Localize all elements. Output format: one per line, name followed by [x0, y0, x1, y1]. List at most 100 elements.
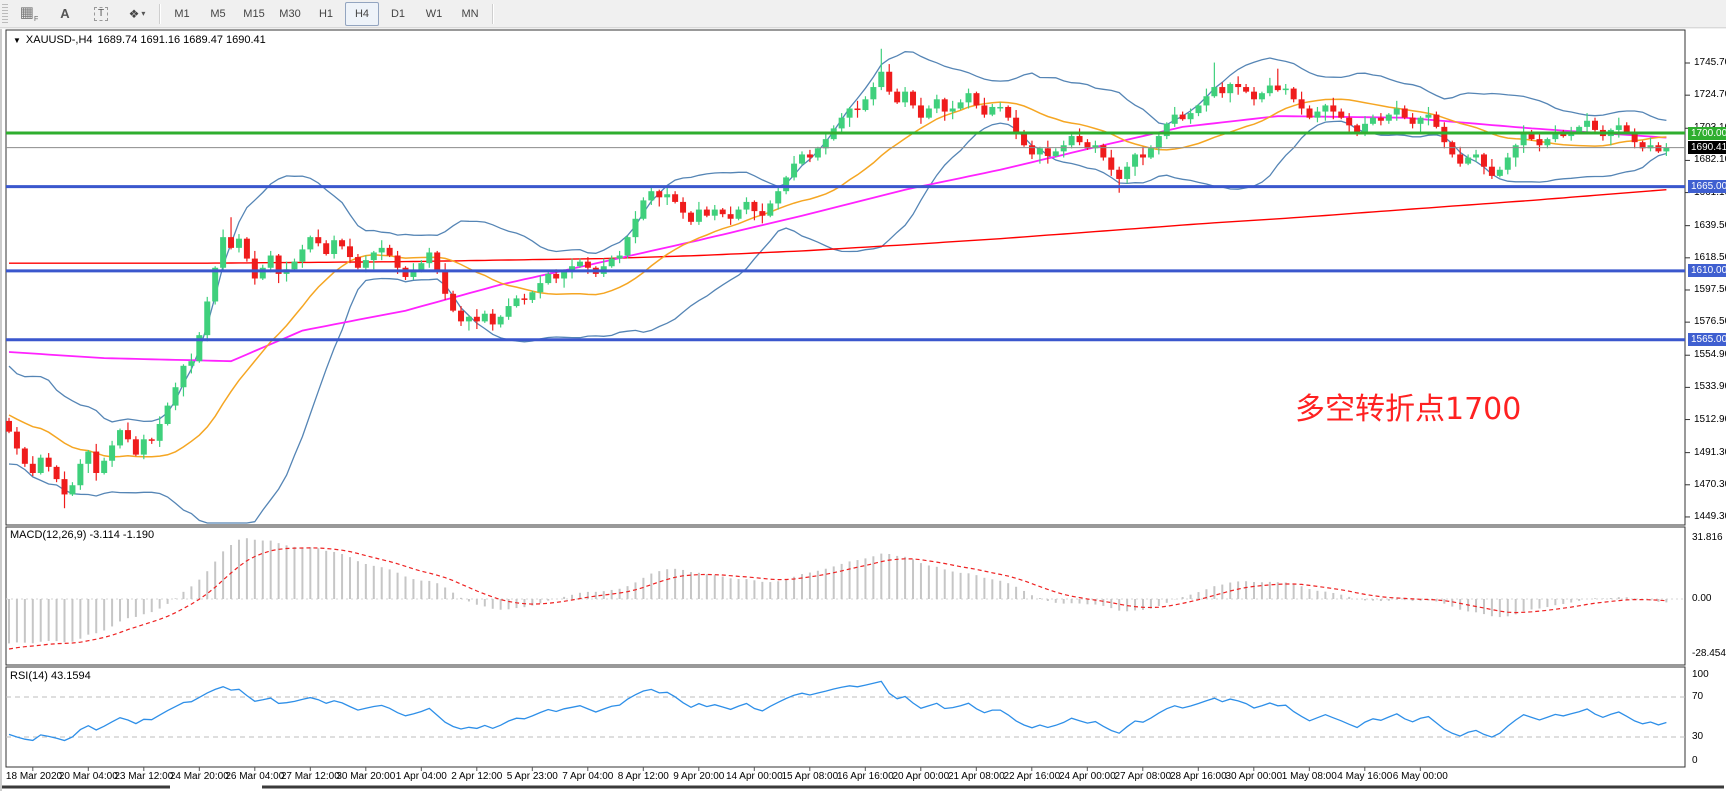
candle-body	[46, 458, 52, 467]
timeframe-button-m15[interactable]: M15	[237, 2, 271, 26]
candle-body	[1235, 84, 1241, 87]
candle-body	[894, 92, 900, 103]
candle-body	[157, 424, 163, 441]
candle-body	[656, 191, 662, 197]
candle-body	[1576, 127, 1582, 132]
timeframe-button-m5[interactable]: M5	[201, 2, 235, 26]
date-axis-label: 27 Mar 12:00	[281, 771, 340, 782]
candle-body	[458, 311, 464, 322]
candle-body	[188, 361, 194, 366]
candle-body	[696, 210, 702, 222]
candle-body	[474, 317, 480, 322]
text-box-button[interactable]: T	[84, 2, 118, 26]
candle-body	[823, 139, 829, 148]
toolbar-separator	[159, 4, 160, 24]
timeframe-button-mn[interactable]: MN	[453, 2, 487, 26]
candle-body	[450, 294, 456, 311]
candle-body	[640, 200, 646, 218]
candle-body	[77, 464, 83, 485]
candle-body	[926, 108, 932, 117]
candle-body	[244, 239, 250, 259]
price-badge-1690.41: 1690.41	[1688, 141, 1726, 154]
candle-body	[498, 317, 504, 325]
candle-body	[1251, 92, 1257, 100]
candle-body	[1045, 148, 1051, 156]
candle-body	[878, 72, 884, 87]
candle-body	[514, 298, 520, 306]
symbol-dropdown-icon[interactable]: ▼	[13, 36, 21, 45]
price-axis-label: 1554.90	[1694, 349, 1726, 360]
candle-body	[1441, 127, 1447, 142]
candle-body	[403, 268, 409, 277]
annotation-text[interactable]: 多空转折点1700	[1295, 384, 1521, 428]
candle-body	[1021, 133, 1027, 145]
candle-body	[426, 252, 432, 263]
date-axis-label: 2 Apr 12:00	[451, 771, 502, 782]
candle-body	[902, 92, 908, 103]
candle-body	[228, 237, 234, 248]
timeframe-button-m30[interactable]: M30	[273, 2, 307, 26]
date-axis-label: 30 Mar 20:00	[336, 771, 395, 782]
candle-body	[1069, 136, 1075, 145]
candle-body	[966, 93, 972, 102]
candle-body	[767, 203, 773, 215]
candle-body	[482, 314, 488, 322]
text-label-button[interactable]: A	[48, 2, 82, 26]
toolbar-grip[interactable]	[2, 4, 8, 24]
timeframe-button-d1[interactable]: D1	[381, 2, 415, 26]
candle-body	[577, 262, 583, 267]
timeframe-button-w1[interactable]: W1	[417, 2, 451, 26]
candle-body	[1655, 145, 1661, 151]
candle-body	[1536, 139, 1542, 145]
candle-body	[1465, 158, 1471, 164]
candle-body	[585, 262, 591, 268]
candle-body	[1457, 154, 1463, 163]
chart-window[interactable]: ▼ XAUUSD-,H4 1689.74 1691.16 1689.47 169…	[0, 29, 1726, 791]
candle-body	[347, 246, 353, 257]
rsi-axis-label: 100	[1692, 669, 1709, 680]
candle-body	[395, 256, 401, 268]
timeframe-button-h1[interactable]: H1	[309, 2, 343, 26]
candle-body	[1449, 142, 1455, 154]
date-axis-label: 16 Apr 16:00	[837, 771, 894, 782]
candle-body	[1219, 87, 1225, 93]
candle-body	[1172, 115, 1178, 124]
candle-body	[1394, 108, 1400, 114]
candle-body	[1037, 148, 1043, 154]
date-axis-label: 30 Apr 00:00	[1225, 771, 1282, 782]
candle-body	[165, 406, 171, 424]
timeframe-button-m1[interactable]: M1	[165, 2, 199, 26]
timeframe-button-h4[interactable]: H4	[345, 2, 379, 26]
price-badge-1610.00: 1610.00	[1688, 264, 1726, 277]
candle-body	[704, 210, 710, 216]
toolbar-separator	[492, 4, 493, 24]
candle-body	[1029, 145, 1035, 154]
chart-title[interactable]: ▼ XAUUSD-,H4 1689.74 1691.16 1689.47 169…	[13, 34, 266, 46]
candle-body	[886, 72, 892, 92]
candle-body	[38, 458, 44, 473]
forecast-grid-button[interactable]: ▦F	[12, 2, 46, 26]
candle-body	[862, 99, 868, 110]
candle-body	[918, 105, 924, 117]
price-axis-label: 1682.10	[1694, 154, 1726, 165]
candle-body	[355, 257, 361, 268]
candle-body	[30, 464, 36, 473]
date-axis-label: 20 Apr 00:00	[892, 771, 949, 782]
object-arrows-button[interactable]: ❖ ▾	[120, 2, 154, 26]
candle-body	[371, 252, 377, 260]
candle-body	[434, 252, 440, 270]
candle-body	[1386, 115, 1392, 121]
candle-body	[847, 108, 853, 117]
macd-axis-label: -28.454	[1692, 648, 1726, 659]
price-axis-label: 1576.50	[1694, 316, 1726, 327]
candle-body	[981, 105, 987, 114]
candle-body	[1077, 136, 1083, 142]
date-axis-label: 9 Apr 20:00	[673, 771, 724, 782]
candle-body	[855, 108, 861, 110]
candle-body	[529, 292, 535, 300]
date-axis-label: 7 Apr 04:00	[562, 771, 613, 782]
candle-body	[1196, 105, 1202, 113]
candle-body	[1180, 115, 1186, 120]
candle-body	[85, 452, 91, 464]
candle-body	[331, 240, 337, 254]
